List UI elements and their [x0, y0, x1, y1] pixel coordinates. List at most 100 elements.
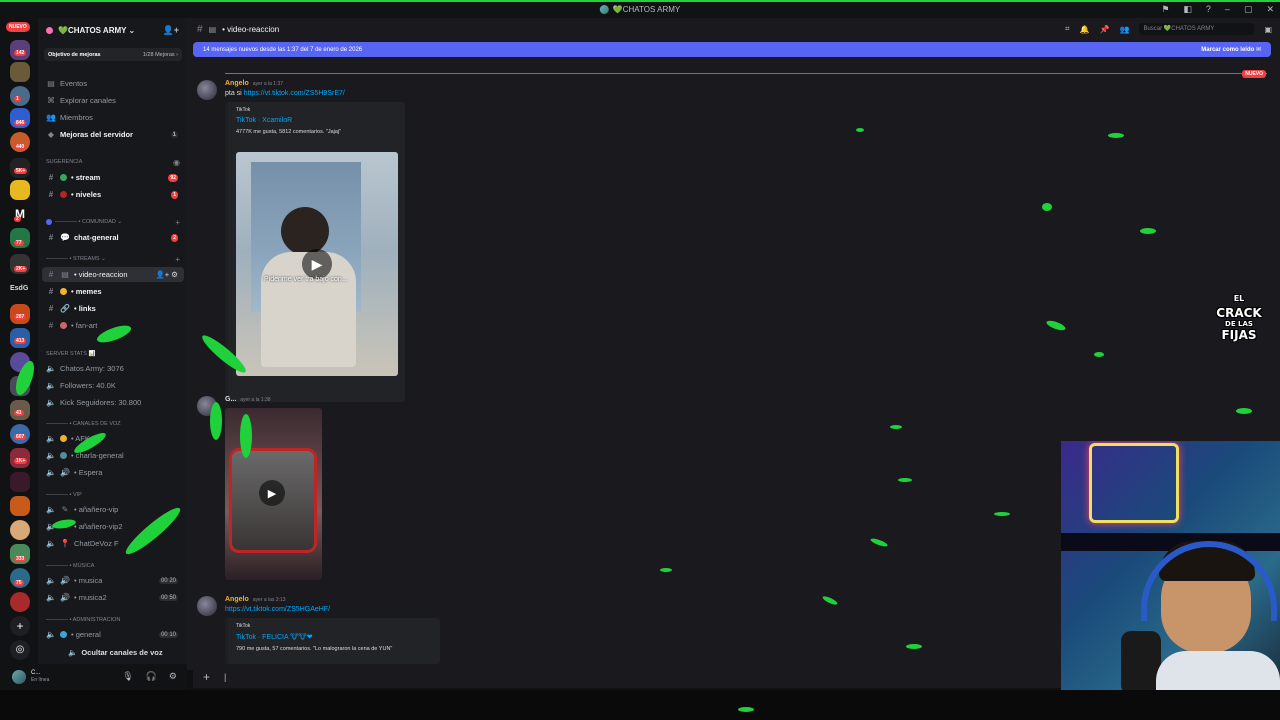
nav-server-boosts[interactable]: ◆ Mejoras del servidor 1	[42, 127, 184, 142]
link-icon: 🔗	[60, 304, 70, 313]
bell-icon[interactable]: 🔔	[1080, 25, 1090, 34]
microphone-icon[interactable]: 🎙	[122, 671, 133, 682]
chat-header: # ▤ • video-reaccion ⌗ 🔔 📌 👥 Buscar 💚CHA…	[187, 18, 1280, 40]
category-canales-voz[interactable]: ———— • canales de voz	[46, 421, 184, 427]
channel-afk[interactable]: 🔈 • AFK	[42, 431, 184, 446]
play-icon[interactable]: ▶	[259, 480, 285, 506]
minimize-button[interactable]: –	[1225, 4, 1230, 15]
category-administracion[interactable]: ———— • ADMINISTRACION	[46, 617, 184, 623]
category-comunidad[interactable]: ———— • COMUNIDAD ⌄ +	[46, 218, 184, 227]
server-name-header[interactable]: 💚CHATOS ARMY ⌄ 👤+	[38, 18, 187, 42]
message-author[interactable]: Angelo	[225, 80, 249, 87]
stat-kick[interactable]: 🔈 Kick Seguidores: 30.800	[42, 395, 184, 410]
category-sugerencia[interactable]: Sugerencia ◉	[46, 158, 184, 167]
channel-settings-icon[interactable]: 👤+ ⚙	[155, 270, 178, 279]
maximize-button[interactable]: ▢	[1244, 4, 1253, 15]
channel-niveles[interactable]: # • niveles 1	[42, 187, 184, 202]
category-streams[interactable]: ———— • STREAMS ⌄ +	[46, 255, 184, 264]
emoji-icon	[60, 631, 67, 638]
channel-label: • memes	[71, 287, 102, 296]
pin-icon: 📍	[60, 539, 70, 548]
boost-progress[interactable]: Objetivo de mejoras 1/28 Mejoras ›	[44, 48, 182, 61]
headphones-icon[interactable]: 🎧	[146, 671, 157, 682]
add-server-icon[interactable]: +	[10, 616, 30, 636]
server-icon[interactable]	[10, 520, 30, 540]
channel-musica2[interactable]: 🔈 🔊 • musica2 00 50	[42, 590, 184, 605]
screen-icon[interactable]: ◧	[1183, 4, 1192, 15]
category-label: Sugerencia	[46, 159, 83, 165]
channel-chat-general[interactable]: # 💬 chat-general 2	[42, 230, 184, 245]
category-server-stats[interactable]: SERVER STATS 📊	[46, 351, 184, 357]
nav-label: Eventos	[60, 79, 88, 88]
channel-musica[interactable]: 🔈 🔊 • musica 00 20	[42, 573, 184, 588]
threads-icon[interactable]: ⌗	[1065, 24, 1070, 34]
window-controls: ⚑ ◧ ? – ▢ ✕	[1161, 4, 1274, 15]
add-attachment-icon[interactable]: +	[203, 670, 210, 684]
stat-followers[interactable]: 🔈 Followers: 40.0K	[42, 378, 184, 393]
discover-icon[interactable]: ◎	[10, 640, 30, 660]
embed-title[interactable]: TikTok · FELICIA 🐮🐮❤	[236, 633, 432, 641]
server-icon[interactable]	[10, 62, 30, 82]
sound-icon: 🔊	[60, 576, 70, 585]
help-icon[interactable]: ?	[1206, 4, 1211, 15]
inbox-icon[interactable]: ▣	[1264, 25, 1272, 34]
gear-icon[interactable]: ⚙	[169, 671, 177, 682]
server-icon[interactable]	[10, 592, 30, 612]
avatar[interactable]	[197, 596, 217, 616]
message-link[interactable]: https://vt.tiktok.com/ZS5H9SrE7/	[244, 90, 345, 97]
streamer-shirt	[1156, 651, 1280, 695]
nav-events[interactable]: ▤ Eventos	[42, 76, 184, 91]
channel-sidebar: 💚CHATOS ARMY ⌄ 👤+ Objetivo de mejoras 1/…	[38, 18, 187, 670]
message-author[interactable]: G...	[225, 396, 236, 403]
channel-charla-general[interactable]: 🔈 • charla-general	[42, 448, 184, 463]
channel-video-reaccion[interactable]: # ▤ • video-reaccion 👤+ ⚙	[42, 267, 184, 282]
speaker-icon: 🔈	[46, 468, 56, 477]
add-channel-icon[interactable]: +	[175, 255, 180, 264]
category-musica[interactable]: ———— • MÚSICA	[46, 563, 184, 569]
pin-icon[interactable]: 📌	[1100, 25, 1110, 34]
new-messages-bar[interactable]: 14 mensajes nuevos desde las 1:37 del 7 …	[193, 42, 1271, 57]
channel-memes[interactable]: # • memes	[42, 284, 184, 299]
server-text-icon[interactable]: EsdG	[10, 285, 28, 292]
play-icon[interactable]: ▶	[302, 249, 332, 279]
channel-general-voice[interactable]: 🔈 • general 00 10	[42, 627, 184, 642]
add-channel-icon[interactable]: +	[175, 218, 180, 227]
logo-line: DE LAS	[1225, 320, 1253, 328]
message-link[interactable]: https://vt.tiktok.com/ZS5HGAeHF/	[225, 606, 330, 613]
avatar[interactable]	[12, 670, 26, 684]
channel-links[interactable]: # 🔗 • links	[42, 301, 184, 316]
channel-label: • añañero-vip	[74, 505, 119, 514]
server-icon[interactable]	[10, 496, 30, 516]
nav-browse-channels[interactable]: ⌘ Explorar canales	[42, 93, 184, 108]
nav-label: Miembros	[60, 113, 93, 122]
inbox-icon[interactable]: ⚑	[1161, 4, 1169, 15]
user-info[interactable]: C... En línea	[31, 670, 49, 684]
channel-stream[interactable]: # • stream 92	[42, 170, 184, 185]
channel-chatdevoz[interactable]: 🔈 📍 ChatDeVoz F	[42, 536, 184, 551]
nav-members[interactable]: 👥 Miembros	[42, 110, 184, 125]
settings-icon[interactable]: ◉	[173, 158, 180, 167]
link-embed: TikTok TikTok · FELICIA 🐮🐮❤ 790 me gusta…	[225, 618, 440, 664]
close-button[interactable]: ✕	[1266, 4, 1274, 15]
server-icon[interactable]	[10, 472, 30, 492]
sound-icon: 🔊	[60, 468, 70, 477]
mark-read-button[interactable]: Marcar como leído ✉	[1201, 46, 1261, 53]
avatar[interactable]	[197, 80, 217, 100]
message-composer[interactable]: + |	[193, 666, 1061, 688]
bottom-strip	[0, 690, 1280, 720]
category-vip[interactable]: ———— • VIP	[46, 492, 184, 498]
invite-icon[interactable]: 👤+	[163, 25, 179, 36]
logo-line: EL	[1233, 294, 1245, 303]
server-icon[interactable]	[10, 180, 30, 200]
members-icon[interactable]: 👥	[1119, 25, 1129, 34]
message-author[interactable]: Angelo	[225, 596, 249, 603]
embed-title[interactable]: TikTok · XcamiloR	[236, 117, 397, 124]
emoji-icon	[60, 452, 67, 459]
channel-espera[interactable]: 🔈 🔊 • Espera	[42, 465, 184, 480]
video-thumbnail[interactable]: ▶ Pidenme ver tra bajo con...	[236, 152, 398, 376]
search-input[interactable]: Buscar 💚CHATOS ARMY	[1139, 23, 1255, 35]
server-badge: 440	[14, 144, 27, 150]
embed-description: 790 me gusta, 57 comentarios. "Lo malogr…	[236, 646, 393, 652]
hide-voice-channels-button[interactable]: 🔈 Ocultar canales de voz	[68, 648, 163, 657]
stat-chatos-army[interactable]: 🔈 Chatos Army: 3076	[42, 361, 184, 376]
